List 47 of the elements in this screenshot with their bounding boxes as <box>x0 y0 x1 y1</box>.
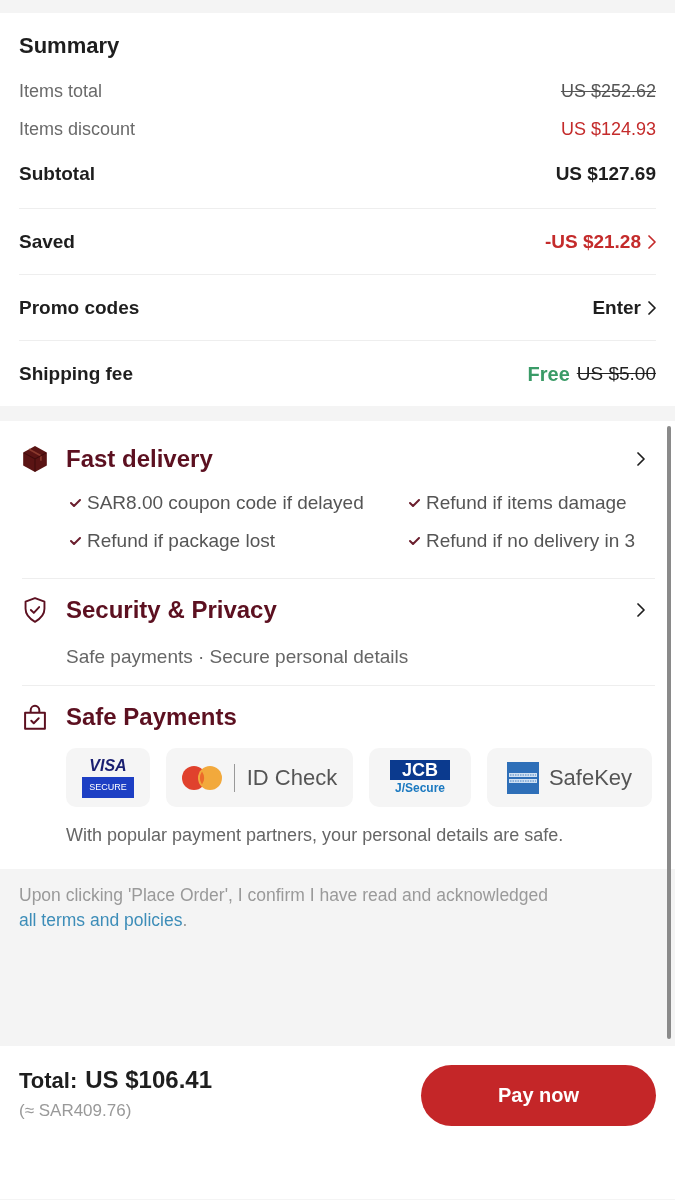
total-price: US $106.41 <box>85 1065 212 1095</box>
section-subtitle: Safe payments · Secure personal details <box>66 645 409 669</box>
check-icon <box>409 499 420 507</box>
summary-label: Shipping fee <box>19 361 133 386</box>
box-icon <box>22 446 48 472</box>
check-icon <box>70 499 81 507</box>
section-title: Security & Privacy <box>66 595 277 625</box>
chevron-right-icon[interactable] <box>637 452 645 466</box>
secure-label: SECURE <box>82 777 134 798</box>
summary-label: Subtotal <box>19 162 95 186</box>
check-icon <box>409 537 420 545</box>
square-logo-icon <box>506 761 539 794</box>
pay-now-button[interactable]: Pay now <box>421 1065 656 1126</box>
terms-link[interactable]: all terms and policies <box>19 910 183 930</box>
subtotal-price: US $127.69 <box>555 162 656 186</box>
benefit-text: Refund if items damage <box>426 492 627 514</box>
terms-text: Upon clicking 'Place Order', I confirm I have read and acknowledged all terms and policies. <box>19 884 550 932</box>
summary-label: Items total <box>19 80 103 103</box>
enter-link[interactable]: Enter <box>592 294 641 321</box>
check-icon <box>70 537 81 545</box>
original-price: US $252.62 <box>560 80 656 103</box>
benefit-text: Refund if package lost <box>87 530 275 552</box>
section-title: Safe Payments <box>66 702 237 732</box>
brand-name: VISA <box>89 757 127 774</box>
original-price: US $5.00 <box>576 361 656 386</box>
chevron-right-icon[interactable] <box>648 300 656 315</box>
program-name: ID Check <box>246 764 338 791</box>
free-label: Free <box>527 361 570 387</box>
benefit-text: SAR8.00 coupon code if delayed <box>87 492 364 514</box>
converted-price: (≈ SAR409.76) <box>19 1100 132 1122</box>
shield-check-icon <box>22 597 48 623</box>
summary-label: Items discount <box>19 118 136 141</box>
program-name: SafeKey <box>548 764 633 791</box>
bag-check-icon <box>22 704 48 730</box>
summary-title: Summary <box>19 32 120 60</box>
benefit-text: Refund if no delivery in 3 <box>426 530 636 552</box>
program-name: J/Secure <box>394 781 445 795</box>
total-label: Total: <box>19 1067 78 1095</box>
section-note: With popular payment partners, your personal details are safe. <box>66 824 564 847</box>
summary-label: Promo codes <box>19 295 140 320</box>
brand-name: JCB <box>390 760 450 780</box>
section-title: Fast delivery <box>66 444 213 474</box>
discount-price: US $124.93 <box>560 118 656 141</box>
summary-label: Saved <box>19 229 75 254</box>
savings-price: -US $21.28 <box>544 229 641 254</box>
chevron-right-icon[interactable] <box>637 603 645 617</box>
overlapping-circles-icon <box>181 765 222 790</box>
